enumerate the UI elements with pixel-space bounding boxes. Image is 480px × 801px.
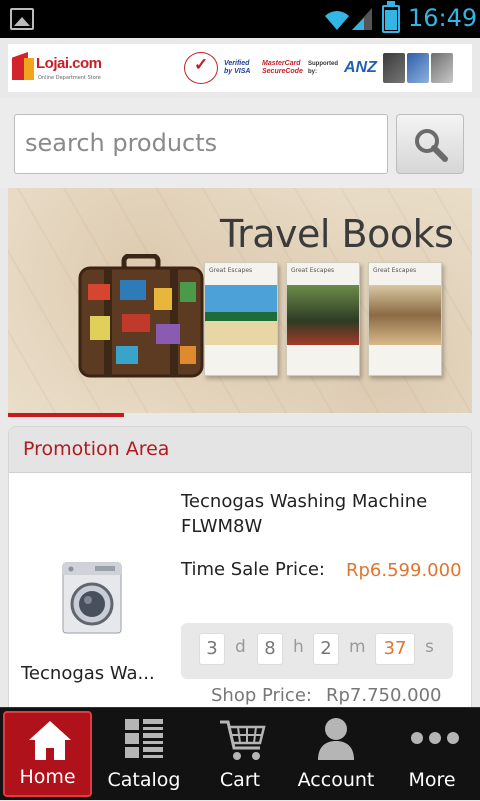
suitcase-illustration xyxy=(78,254,204,378)
brand-header: Lojai.com Online Department Store Verifi… xyxy=(8,44,472,92)
logo-tagline: Online Department Store xyxy=(38,75,101,81)
countdown-hours-unit: h xyxy=(293,637,304,657)
shop-price-label: Shop Price: xyxy=(211,685,312,706)
nav-account[interactable]: Account xyxy=(288,708,384,801)
sale-countdown: 3 d 8 h 2 m 37 s xyxy=(181,623,453,679)
search-button[interactable] xyxy=(396,114,464,174)
nav-home[interactable]: Home xyxy=(3,711,92,797)
washing-machine-image[interactable] xyxy=(39,561,143,635)
product-short-name[interactable]: Tecnogas Wa... xyxy=(21,663,171,684)
nav-home-label: Home xyxy=(19,766,76,788)
time-sale-label: Time Sale Price: xyxy=(181,559,325,580)
nav-account-label: Account xyxy=(297,769,375,791)
nav-more[interactable]: More xyxy=(384,708,480,801)
countdown-days-unit: d xyxy=(235,637,246,657)
account-icon xyxy=(318,718,354,760)
bottom-navigation: Home Catalog Cart Account More xyxy=(0,707,480,800)
book-1-title: Great Escapes xyxy=(209,267,253,274)
more-icon xyxy=(411,732,459,744)
nav-catalog[interactable]: Catalog xyxy=(96,708,192,801)
search-input[interactable]: search products xyxy=(14,114,388,174)
verified-by-visa-badge: Verified by VISA xyxy=(224,60,251,75)
carousel-indicator-track xyxy=(124,413,472,417)
cart-icon xyxy=(220,720,266,760)
book-cover-1: Great Escapes xyxy=(204,262,278,376)
nav-cart[interactable]: Cart xyxy=(192,708,288,801)
countdown-minutes: 2 xyxy=(313,633,339,665)
countdown-seconds-unit: s xyxy=(425,637,434,657)
wifi-icon xyxy=(325,11,349,30)
book-cover-3: Great Escapes xyxy=(368,262,442,376)
supported-by-label: Supported by: xyxy=(308,61,338,75)
anz-logo: ANZ xyxy=(344,59,377,76)
shop-price-value: Rp7.750.000 xyxy=(325,685,442,706)
time-sale-price: Rp6.599.000 xyxy=(346,560,462,581)
battery-icon xyxy=(382,1,400,33)
promo-banner[interactable]: Great Escapes Great Escapes Great Escape… xyxy=(8,188,472,413)
logo-text: Lojai.com xyxy=(36,55,102,72)
promotion-header: Promotion Area xyxy=(9,427,471,473)
book-cover-2: Great Escapes xyxy=(286,262,360,376)
countdown-seconds: 37 xyxy=(375,633,415,665)
countdown-minutes-unit: m xyxy=(349,637,366,657)
payment-cards-icon xyxy=(382,53,453,83)
countdown-hours: 8 xyxy=(257,633,283,665)
nav-catalog-label: Catalog xyxy=(107,769,181,791)
banner-title: Travel Books xyxy=(220,212,454,256)
shop-price-row: Shop Price: Rp7.750.000 xyxy=(211,685,442,706)
catalog-icon xyxy=(125,719,163,758)
promotion-area: Promotion Area Tecnogas Wa... Tecnogas W… xyxy=(8,426,472,716)
lojai-logo[interactable]: Lojai.com Online Department Store xyxy=(12,50,106,86)
countdown-days: 3 xyxy=(199,633,225,665)
nav-cart-label: Cart xyxy=(219,769,261,791)
logo-mark-accent-icon xyxy=(24,58,34,80)
mastercard-securecode-badge: MasterCard SecureCode xyxy=(262,60,303,75)
carousel-indicator xyxy=(8,413,124,417)
product-title[interactable]: Tecnogas Washing Machine FLWM8W xyxy=(181,489,469,539)
book-3-title: Great Escapes xyxy=(373,267,417,274)
book-2-title: Great Escapes xyxy=(291,267,335,274)
search-icon xyxy=(415,129,448,162)
status-bar: 16:49 xyxy=(0,0,480,38)
nav-more-label: More xyxy=(408,769,456,791)
image-notification-icon xyxy=(10,8,34,30)
verisign-seal-icon xyxy=(184,52,218,84)
promotion-title: Promotion Area xyxy=(23,438,170,460)
status-time: 16:49 xyxy=(408,4,478,32)
security-badges: Verified by VISA MasterCard SecureCode S… xyxy=(184,50,453,86)
signal-icon xyxy=(352,8,372,30)
home-icon xyxy=(29,721,71,760)
